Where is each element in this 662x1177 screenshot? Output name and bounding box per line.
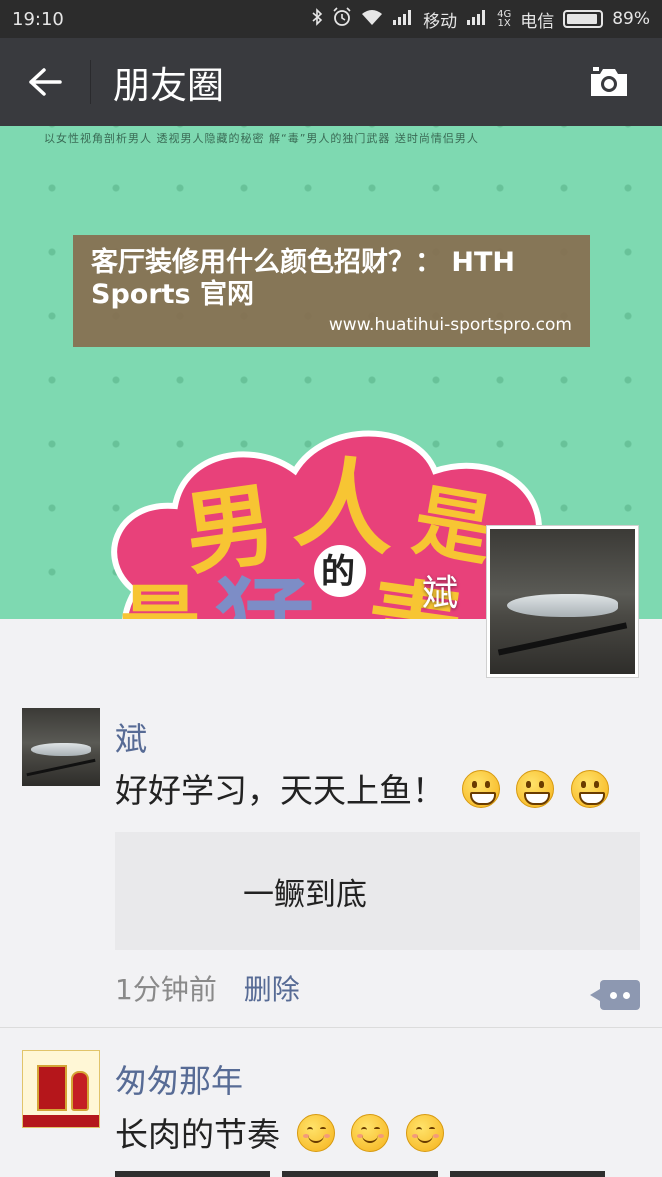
comment-button[interactable] [590,980,640,1010]
signal-icon [466,9,488,29]
signal-icon [392,9,414,29]
ad-banner[interactable]: 客厅装修用什么颜色招财？： HTH Sports 官网 www.huatihui… [73,235,590,347]
dot-icon [610,992,617,999]
shared-link-card[interactable]: 一鳜到底 [115,832,640,950]
dot-icon [623,992,630,999]
fish-photo [490,529,635,674]
ad-url[interactable]: www.huatihui-sportspro.com [329,315,572,335]
cloud-char-6: 猛 [215,568,315,619]
post-text-content: 好好学习，天天上鱼！ [115,771,445,810]
profile-avatar[interactable] [486,525,639,678]
moments-page: 19:10 移动 4G 1X 电信 89% 朋友圈 以女性视角剖析男人 透视男人… [0,0,662,1177]
post-meta: 1分钟前 删除 [115,968,300,1008]
post-image-strip[interactable] [115,1171,605,1177]
network-type: 4G 1X [497,9,512,29]
bluetooth-icon [311,8,323,30]
status-bar: 19:10 移动 4G 1X 电信 89% [0,0,662,38]
shared-link-title: 一鳜到底 [243,876,367,913]
cloud-char-4: 最 [120,577,200,619]
grin-emoji-icon [516,770,554,808]
cover-username: 斌 [422,573,459,614]
post-author[interactable]: 斌 [115,714,147,760]
post-author[interactable]: 匆匆那年 [115,1056,243,1102]
cloud-char-5: 的 [321,552,355,592]
delete-button[interactable]: 删除 [244,973,300,1006]
post-time: 1分钟前 [115,973,217,1006]
smile-emoji-icon [296,1114,335,1152]
cover-caption: 以女性视角剖析男人 透视男人隐藏的秘密 解“毒”男人的独门武器 送时尚情侣男人 [44,132,479,145]
post-text-content: 长肉的节奏 [115,1115,280,1154]
arrow-left-icon [29,68,62,96]
carrier-2: 电信 [520,11,555,32]
smile-emoji-icon [405,1114,444,1152]
grin-emoji-icon [461,770,500,808]
camera-icon [591,67,627,96]
status-icons: 移动 4G 1X 电信 89% [311,7,650,32]
camera-button[interactable] [574,38,644,126]
title-bar: 朋友圈 [0,38,662,126]
status-time: 19:10 [12,8,64,30]
battery-icon [563,10,604,28]
wifi-icon [361,9,383,30]
grin-emoji-icon [570,770,609,808]
post-text: 好好学习，天天上鱼！ [115,764,609,812]
fish-photo [22,708,100,786]
ad-title: 客厅装修用什么颜色招财？： HTH Sports 官网 [91,247,516,310]
page-title: 朋友圈 [113,64,224,107]
back-button[interactable] [0,38,90,126]
avatar[interactable] [22,708,100,786]
carrier-1: 移动 [423,11,458,32]
battery-level: 89% [612,9,650,29]
title-divider [90,60,91,104]
smile-emoji-icon [351,1114,389,1152]
post-text: 长肉的节奏 [115,1108,444,1156]
avatar[interactable] [22,1050,100,1128]
post-divider [0,1027,662,1028]
alarm-icon [332,7,352,31]
